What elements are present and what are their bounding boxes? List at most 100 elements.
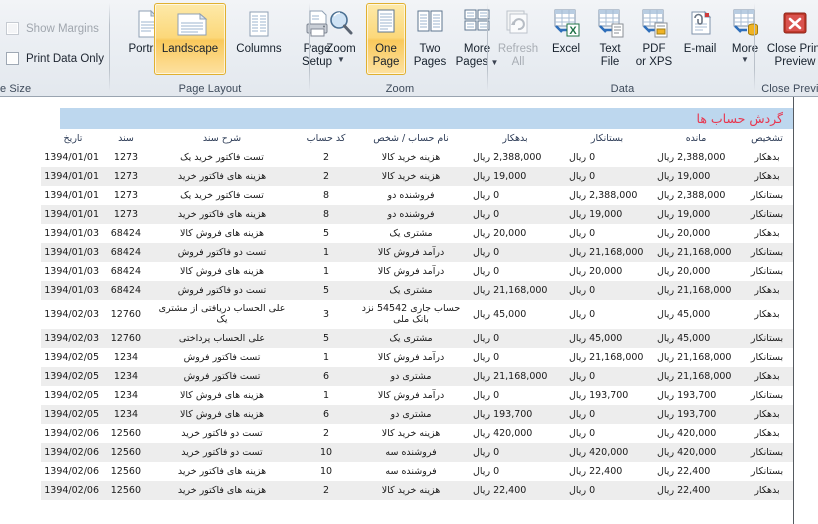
group-separator — [754, 3, 755, 91]
zoom-button[interactable]: Zoom ▼ — [318, 3, 364, 75]
cell-balance: 19,000 ریال — [651, 167, 741, 186]
cell-credit: 19,000 ریال — [563, 205, 651, 224]
column-header-description: شرح سند — [147, 129, 297, 148]
cell-type: بدهکار — [741, 281, 793, 300]
cell-account-name: فروشنده دو — [355, 186, 467, 205]
cell-credit: 22,400 ریال — [563, 462, 651, 481]
table-header-row: تشخیص مانده بستانکار بدهکار نام حساب / ش… — [41, 129, 793, 148]
cell-date: 1394/01/03 — [41, 224, 105, 243]
cell-document: 1234 — [105, 386, 147, 405]
cell-type: بدهکار — [741, 300, 793, 329]
landscape-button[interactable]: Landscape — [154, 3, 226, 75]
cell-credit: 0 ریال — [563, 148, 651, 167]
cell-description: هزینه های فروش کالا — [147, 386, 297, 405]
pdf-xps-export-button[interactable]: PDF or XPS — [632, 3, 676, 75]
group-separator — [309, 3, 310, 91]
cell-date: 1394/02/06 — [41, 443, 105, 462]
cell-account-name: درآمد فروش کالا — [355, 386, 467, 405]
two-pages-button[interactable]: Two Pages — [408, 3, 452, 75]
table-row: بدهکار19,000 ریال0 ریال19,000 ریالهزینه … — [41, 167, 793, 186]
cell-description: تست دو فاکتور فروش — [147, 243, 297, 262]
cell-account-name: درآمد فروش کالا — [355, 262, 467, 281]
cell-debit: 0 ریال — [467, 348, 563, 367]
cell-date: 1394/01/03 — [41, 281, 105, 300]
cell-document: 1234 — [105, 367, 147, 386]
cell-credit: 0 ریال — [563, 405, 651, 424]
cell-document: 12760 — [105, 329, 147, 348]
column-header-date: تاریخ — [41, 129, 105, 148]
pdf-xps-export-icon — [638, 8, 670, 40]
checkbox-icon — [6, 22, 19, 35]
print-preview-page-area[interactable]: گردش حساب ها تشخیص مانده بستانکار بدهکار… — [0, 97, 818, 524]
cell-debit: 20,000 ریال — [467, 224, 563, 243]
more-pages-label-line2: Pages — [456, 56, 489, 68]
cell-debit: 0 ریال — [467, 205, 563, 224]
excel-export-button[interactable]: X Excel — [544, 3, 588, 75]
email-icon — [684, 8, 716, 40]
account-turnover-table: تشخیص مانده بستانکار بدهکار نام حساب / ش… — [41, 129, 793, 500]
pdf-label-line1: PDF — [643, 43, 666, 55]
cell-debit: 193,700 ریال — [467, 405, 563, 424]
cell-credit: 0 ریال — [563, 300, 651, 329]
email-button[interactable]: E-mail — [678, 3, 722, 75]
cell-debit: 45,000 ریال — [467, 300, 563, 329]
svg-text:X: X — [569, 25, 577, 37]
cell-account-code: 10 — [297, 443, 355, 462]
text-file-export-button[interactable]: Text File — [590, 3, 630, 75]
cell-credit: 0 ریال — [563, 281, 651, 300]
columns-button[interactable]: Columns — [228, 3, 290, 75]
text-file-export-icon — [594, 8, 626, 40]
pdf-label-line2: or XPS — [636, 56, 672, 68]
cell-balance: 20,000 ریال — [651, 224, 741, 243]
columns-label: Columns — [236, 43, 281, 56]
cell-account-code: 6 — [297, 405, 355, 424]
cell-document: 1273 — [105, 167, 147, 186]
text-file-label-line2: File — [601, 56, 620, 68]
cell-date: 1394/02/05 — [41, 348, 105, 367]
cell-document: 68424 — [105, 224, 147, 243]
cell-credit: 420,000 ریال — [563, 443, 651, 462]
cell-type: بدهکار — [741, 424, 793, 443]
cell-date: 1394/01/01 — [41, 167, 105, 186]
two-pages-label-line1: Two — [419, 43, 440, 55]
cell-date: 1394/01/01 — [41, 205, 105, 224]
landscape-label: Landscape — [162, 43, 218, 56]
close-print-preview-button[interactable]: Close Print Preview — [757, 3, 818, 75]
table-row: بدهکار21,168,000 ریال0 ریال21,168,000 ری… — [41, 281, 793, 300]
cell-account-code: 1 — [297, 386, 355, 405]
cell-account-code: 10 — [297, 462, 355, 481]
cell-account-code: 2 — [297, 424, 355, 443]
cell-debit: 21,168,000 ریال — [467, 281, 563, 300]
cell-account-name: فروشنده دو — [355, 205, 467, 224]
cell-balance: 21,168,000 ریال — [651, 367, 741, 386]
cell-document: 1273 — [105, 186, 147, 205]
chevron-down-icon[interactable]: ▼ — [741, 56, 749, 63]
two-pages-label-line2: Pages — [414, 56, 447, 68]
refresh-all-button[interactable]: Refresh All — [494, 3, 542, 75]
refresh-all-label-line2: All — [512, 56, 525, 68]
cell-account-code: 6 — [297, 367, 355, 386]
page-left-edge — [0, 97, 1, 524]
ribbon-group-zoom: Zoom ▼ One Page — [312, 0, 488, 96]
group-label-close-preview: Close Preview — [757, 83, 818, 95]
checkbox-icon — [6, 52, 19, 65]
table-row: بستانکار420,000 ریال420,000 ریال0 ریالفر… — [41, 443, 793, 462]
cell-debit: 2,388,000 ریال — [467, 148, 563, 167]
group-label-zoom: Zoom — [312, 83, 488, 95]
cell-account-name: مشتری یک — [355, 224, 467, 243]
table-row: بدهکار193,700 ریال0 ریال193,700 ریالمشتر… — [41, 405, 793, 424]
table-row: بستانکار193,700 ریال193,700 ریال0 ریالدر… — [41, 386, 793, 405]
show-margins-checkbox[interactable]: Show Margins — [6, 22, 99, 35]
cell-account-code: 1 — [297, 348, 355, 367]
print-data-only-checkbox[interactable]: Print Data Only — [6, 52, 104, 65]
one-page-button[interactable]: One Page — [366, 3, 406, 75]
cell-debit: 0 ریال — [467, 443, 563, 462]
cell-type: بدهکار — [741, 167, 793, 186]
cell-document: 1273 — [105, 205, 147, 224]
cell-credit: 0 ریال — [563, 167, 651, 186]
cell-document: 12760 — [105, 300, 147, 329]
chevron-down-icon[interactable]: ▼ — [337, 56, 345, 63]
close-red-x-icon — [779, 8, 811, 40]
cell-type: بستانکار — [741, 443, 793, 462]
cell-debit: 19,000 ریال — [467, 167, 563, 186]
